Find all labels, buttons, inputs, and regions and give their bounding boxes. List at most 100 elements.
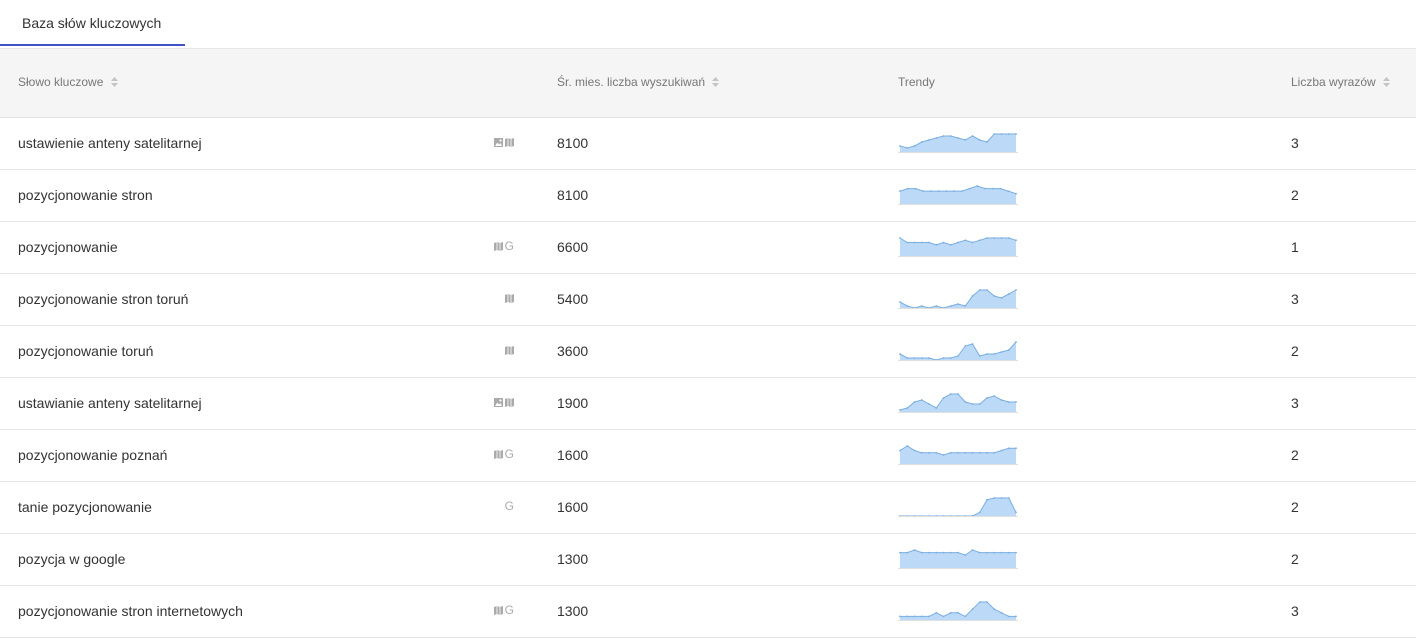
volume-cell: 3600: [557, 343, 589, 359]
trend-cell: [898, 286, 1018, 314]
trend-point: [999, 187, 1002, 190]
trend-point: [993, 133, 996, 135]
trend-point: [949, 551, 952, 554]
trend-point: [1007, 401, 1010, 403]
trend-sparkline: [898, 237, 1018, 257]
trend-point: [906, 407, 909, 409]
google-icon: G: [504, 239, 514, 254]
trend-point: [949, 305, 952, 307]
trend-point: [942, 397, 945, 399]
trend-point: [949, 451, 952, 454]
trend-point: [928, 551, 930, 554]
trend-cell: [898, 182, 1018, 210]
word-count-cell: 2: [1291, 343, 1299, 359]
trend-point: [928, 403, 930, 405]
trend-point: [986, 498, 988, 501]
table-header: Słowo kluczowe Śr. mies. liczba wyszukiw…: [0, 49, 1416, 118]
sort-icon: [1383, 76, 1391, 87]
trend-sparkline: [898, 133, 1018, 153]
trend-point: [968, 187, 971, 190]
trend-point: [1000, 133, 1003, 135]
trend-point: [935, 611, 938, 614]
trend-point: [949, 135, 952, 137]
column-header-keyword[interactable]: Słowo kluczowe: [18, 49, 118, 117]
trend-point: [899, 237, 901, 239]
trend-point: [986, 397, 988, 399]
google-icon: G: [504, 499, 514, 514]
trend-point: [986, 601, 988, 603]
trend-point: [986, 237, 988, 239]
trend-point: [971, 135, 974, 137]
column-header-words[interactable]: Liczba wyrazów: [1291, 49, 1391, 117]
trend-point: [978, 511, 981, 514]
trend-point: [920, 357, 923, 359]
table-row[interactable]: pozycja w google 1300 2: [0, 534, 1416, 586]
word-count-cell: 1: [1291, 239, 1299, 255]
table-row[interactable]: ustawienie anteny satelitarnej 8100 3: [0, 118, 1416, 170]
table-row[interactable]: pozycjonowanie stron toruń 5400 3: [0, 274, 1416, 326]
table-row[interactable]: pozycjonowanie G 6600 1: [0, 222, 1416, 274]
trend-point: [945, 190, 948, 192]
trend-point: [906, 357, 909, 359]
trend-point: [906, 241, 909, 244]
map-icon: [493, 605, 503, 615]
trend-sparkline: [898, 185, 1018, 205]
trend-area: [900, 342, 1016, 360]
trend-point: [920, 305, 923, 307]
trend-point: [1000, 497, 1003, 499]
column-header-trends-label: Trendy: [898, 75, 935, 89]
trend-sparkline: [898, 497, 1018, 517]
trend-point: [899, 145, 901, 147]
map-icon: [505, 345, 514, 355]
trend-point: [1015, 615, 1017, 618]
trend-point: [913, 549, 916, 551]
word-count-cell: 3: [1291, 291, 1299, 307]
table-row[interactable]: pozycjonowanie poznań G 1600 2: [0, 430, 1416, 482]
trend-point: [906, 187, 909, 190]
trend-point: [1015, 239, 1017, 242]
trend-point: [957, 611, 959, 614]
trend-point: [1000, 611, 1003, 614]
tab-keyword-database[interactable]: Baza słów kluczowych: [0, 0, 185, 46]
keyword-icons: [480, 118, 514, 169]
table-row[interactable]: pozycjonowanie toruń 3600 2: [0, 326, 1416, 378]
trend-point: [913, 401, 916, 403]
trend-point: [942, 551, 945, 554]
google-icon: G: [504, 447, 514, 462]
trend-point: [1000, 237, 1003, 239]
trend-point: [991, 187, 994, 190]
table-row[interactable]: pozycjonowanie stron 8100 2: [0, 170, 1416, 222]
trend-point: [993, 497, 996, 499]
table-row[interactable]: tanie pozycjonowanie G 1600 2: [0, 482, 1416, 534]
keyword-icons: G: [480, 586, 514, 637]
trend-point: [935, 451, 938, 454]
trend-cell: [898, 130, 1018, 158]
trend-point: [971, 608, 974, 611]
image-icon: [494, 137, 503, 147]
column-header-volume-label: Śr. mies. liczba wyszukiwań: [557, 75, 706, 89]
trend-point: [920, 141, 923, 143]
table-row[interactable]: pozycjonowanie stron internetowych G 1300 3: [0, 586, 1416, 638]
column-header-keyword-label: Słowo kluczowe: [18, 75, 104, 89]
column-header-volume[interactable]: Śr. mies. liczba wyszukiwań: [557, 49, 720, 117]
map-icon: [493, 241, 503, 251]
trend-point: [964, 139, 967, 141]
trend-point: [964, 401, 967, 403]
trend-point: [935, 407, 938, 409]
keyword-icons: [480, 170, 514, 221]
table-body: ustawienie anteny satelitarnej 8100 3 pozyc…: [0, 118, 1416, 638]
trend-point: [935, 551, 938, 554]
trend-point: [978, 289, 981, 291]
trend-point: [1007, 293, 1010, 295]
trend-point: [964, 615, 967, 618]
trend-point: [978, 239, 981, 242]
keyword-cell: pozycjonowanie stron toruń: [18, 291, 189, 307]
map-icon: [505, 137, 514, 147]
table-row[interactable]: ustawianie anteny satelitarnej 1900 3: [0, 378, 1416, 430]
trend-cell: [898, 546, 1018, 574]
trend-point: [986, 451, 988, 454]
trend-point: [993, 353, 996, 355]
trend-point: [957, 551, 959, 554]
trend-point: [1015, 341, 1017, 343]
trend-point: [942, 615, 945, 618]
